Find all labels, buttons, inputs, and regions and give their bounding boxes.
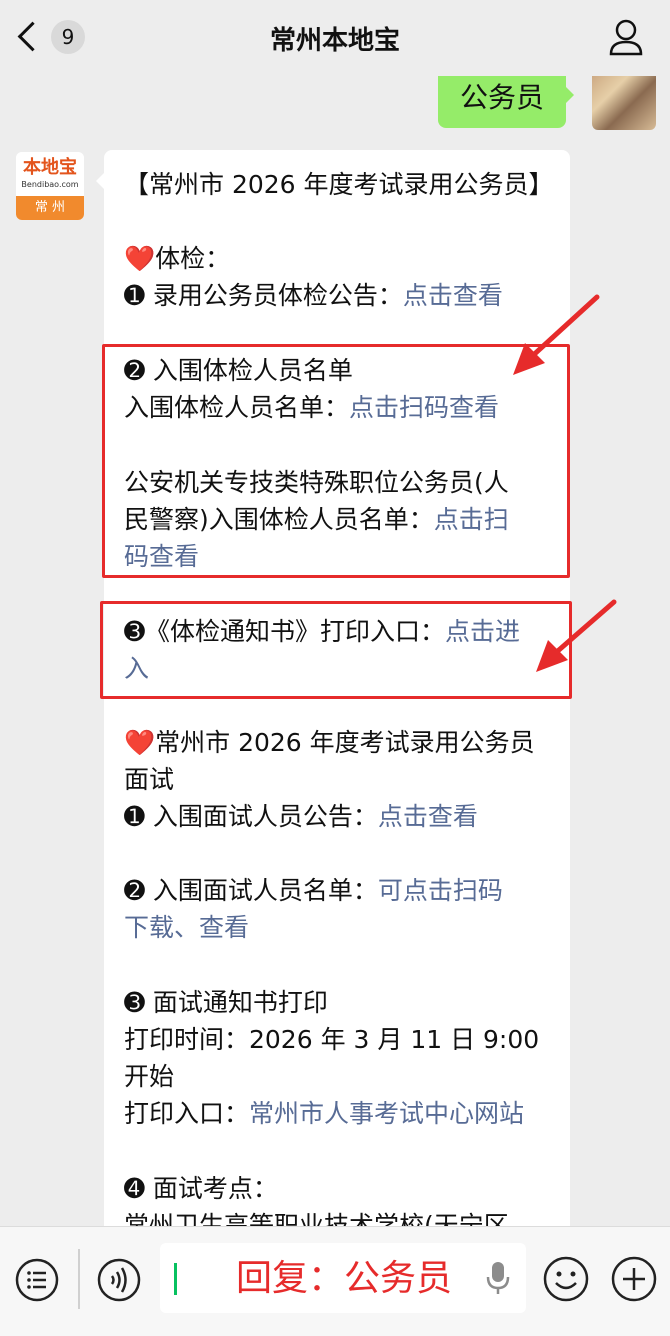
arrow-annotation <box>536 599 617 672</box>
message-line: ❤️体检： <box>124 244 231 273</box>
profile-button[interactable] <box>608 18 644 58</box>
message-line: ❤️常州市 2026 年度考试录用公务员 <box>124 728 535 757</box>
highlight-box <box>100 601 572 699</box>
message-line: 面试 <box>124 765 175 794</box>
message-input[interactable]: 回复：公务员 <box>160 1243 526 1313</box>
microphone-button[interactable] <box>484 1259 512 1301</box>
message-line: 打印时间：2026 年 3 月 11 日 9:00 <box>124 1025 540 1054</box>
input-bar: 回复：公务员 <box>0 1226 670 1336</box>
outgoing-message-bubble[interactable]: 公务员 <box>437 76 566 128</box>
message-line: ➊ 入围面试人员公告：点击查看 <box>124 802 478 831</box>
text-cursor <box>174 1263 177 1295</box>
emoji-button[interactable] <box>542 1255 590 1307</box>
voice-button[interactable] <box>96 1257 142 1307</box>
plus-button[interactable] <box>610 1255 658 1307</box>
input-value: 回复：公务员 <box>236 1258 453 1299</box>
bot-avatar[interactable]: 本地宝 Bendibao.com 常 州 <box>16 152 84 220</box>
message-line: 打印入口：常州市人事考试中心网站 <box>124 1099 525 1128</box>
voice-icon <box>97 1258 141 1302</box>
message-line: ➋ 入围面试人员名单：可点击扫码 <box>124 876 503 905</box>
logo-city: 常 州 <box>16 196 84 220</box>
link-text[interactable]: 可点击扫码 <box>378 876 503 905</box>
link-text[interactable]: 点击查看 <box>403 281 503 310</box>
highlight-box <box>102 344 570 578</box>
menu-button[interactable] <box>14 1257 60 1307</box>
emoji-icon <box>543 1256 589 1302</box>
list-menu-icon <box>15 1258 59 1302</box>
outgoing-message-row: 公务员 <box>358 76 658 132</box>
message-line: ➊ 录用公务员体检公告：点击查看 <box>124 281 503 310</box>
person-icon <box>609 19 643 56</box>
link-text[interactable]: 下载、查看 <box>124 913 249 942</box>
logo-top: 本地宝 Bendibao.com <box>16 152 84 196</box>
message-line: 【常州市 2026 年度考试录用公务员】 <box>124 170 554 199</box>
message-line: 下载、查看 <box>124 909 249 946</box>
divider <box>78 1249 80 1309</box>
logo-domain: Bendibao.com <box>21 180 79 189</box>
logo-text: 本地宝 <box>23 157 77 178</box>
navigation-bar: 9 常州本地宝 <box>0 0 670 76</box>
link-text[interactable]: 点击查看 <box>378 802 478 831</box>
bubble-tail <box>565 86 574 104</box>
chat-title: 常州本地宝 <box>269 26 400 56</box>
microphone-icon <box>486 1262 510 1294</box>
message-line: ➍ 面试考点： <box>124 1174 278 1203</box>
arrow-annotation <box>513 294 600 375</box>
chat-area[interactable]: 公务员 本地宝 Bendibao.com 常 州 【常州市 2026 年度考试录… <box>0 76 670 1226</box>
my-avatar[interactable] <box>592 76 656 130</box>
message-line: ➌ 面试通知书打印 <box>124 988 328 1017</box>
message-line: 常州卫生高等职业技术学校(天宁区 <box>124 1211 509 1226</box>
message-line: 开始 <box>124 1062 175 1091</box>
link-text[interactable]: 常州市人事考试中心网站 <box>249 1099 524 1128</box>
plus-icon <box>611 1256 657 1302</box>
